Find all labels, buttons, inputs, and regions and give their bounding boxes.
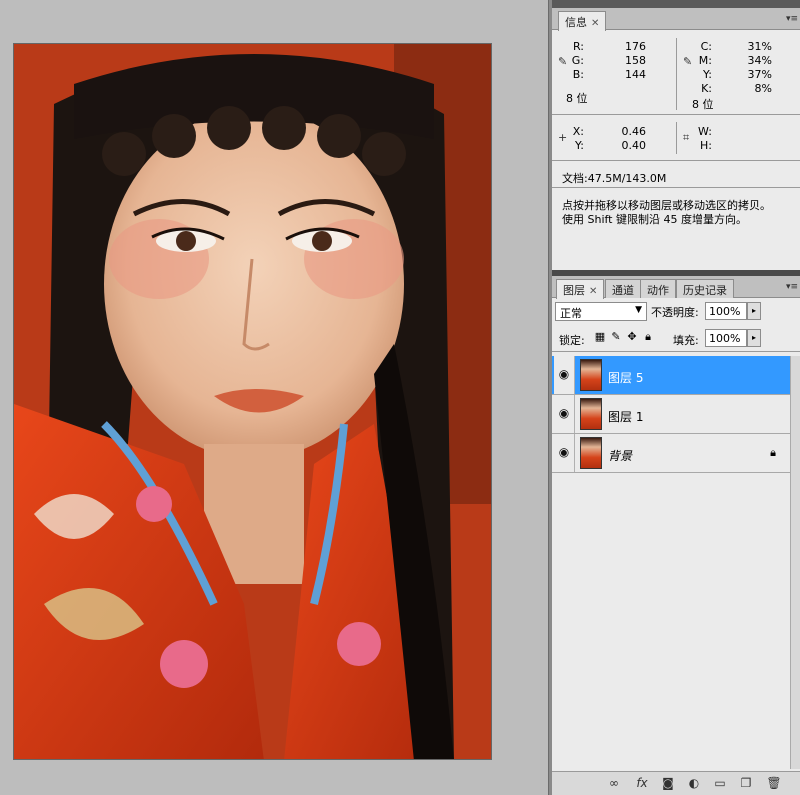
layer-row[interactable]: ◉ 图层 5: [552, 356, 790, 395]
layers-panel: 图层 ✕ 通道 动作 历史记录 ▾≡ 正常 ▼ 不透明度: 100% ▸ 锁定:: [552, 276, 800, 795]
layers-footer: ∞ fx ◙ ◐ ▭ ❐ 🗑︎: [552, 771, 800, 795]
trash-icon[interactable]: 🗑︎: [766, 776, 782, 792]
lock-icon: 🔒︎: [770, 446, 776, 459]
layer-thumbnail: [580, 359, 602, 391]
x-value: 0.46: [621, 125, 647, 138]
lock-transparent-icon[interactable]: ▦: [594, 331, 606, 343]
lock-position-icon[interactable]: ✥: [626, 331, 638, 343]
blend-row: 正常 ▼ 不透明度: 100% ▸: [552, 298, 800, 326]
info-divider-2: [552, 160, 800, 161]
layers-tabbar: 图层 ✕ 通道 动作 历史记录 ▾≡: [552, 276, 800, 299]
opacity-slider-button[interactable]: ▸: [747, 302, 761, 320]
info-divider-1: [552, 114, 800, 115]
info-readout: ✎ R: 176 G: 158 B: 144 8 位 ✎ C: 31% M: 3…: [552, 30, 800, 270]
layer-name[interactable]: 图层 1: [608, 408, 643, 425]
tab-info[interactable]: 信息 ✕: [558, 11, 607, 31]
rgb-bit-depth: 8 位: [566, 92, 588, 105]
layer-thumbnail: [580, 398, 602, 430]
selection-size-icon: ⌗: [683, 131, 690, 144]
folder-icon[interactable]: ▭: [712, 776, 728, 792]
info-divider-vertical: [676, 38, 677, 110]
tab-channels-label: 通道: [612, 284, 634, 297]
opacity-label: 不透明度:: [651, 306, 699, 319]
chevron-down-icon: ▼: [635, 305, 642, 315]
fill-label: 填充:: [673, 334, 699, 347]
lock-label: 锁定:: [559, 334, 585, 347]
b-label: B:: [572, 68, 584, 81]
layer-name[interactable]: 图层 5: [608, 369, 643, 386]
doc-size: 文档:47.5M/143.0M: [562, 172, 667, 185]
lock-all-icon[interactable]: 🔒︎: [642, 331, 654, 343]
r-value: 176: [625, 40, 646, 53]
eye-icon[interactable]: ◉: [554, 395, 575, 433]
c-value: 31%: [747, 40, 772, 53]
layer-row[interactable]: ◉ 背景 🔒︎: [552, 434, 790, 473]
new-layer-icon[interactable]: ❐: [738, 776, 754, 792]
eyedropper-icon[interactable]: ✎: [683, 55, 692, 68]
cmyk-bit-depth: 8 位: [692, 98, 714, 111]
document-canvas-area[interactable]: [0, 0, 548, 795]
x-label: X:: [572, 125, 584, 138]
tab-layers-label: 图层: [563, 284, 585, 297]
adjustment-icon[interactable]: ◐: [686, 776, 702, 792]
info-tabbar: 信息 ✕ ▾≡: [552, 8, 800, 31]
k-label: K:: [701, 82, 712, 95]
lock-row: 锁定: ▦ ✎ ✥ 🔒︎ 填充: 100% ▸: [552, 326, 800, 352]
layer-name[interactable]: 背景: [608, 447, 632, 464]
layer-list: ◉ 图层 5 ◉ 图层 1 ◉ 背景 🔒︎: [552, 356, 790, 473]
g-label: G:: [571, 54, 584, 67]
info-divider-vertical-2: [676, 122, 677, 154]
y-label: Y:: [703, 68, 712, 81]
b-value: 144: [625, 68, 646, 81]
lock-pixels-icon[interactable]: ✎: [610, 331, 622, 343]
r-label: R:: [572, 40, 584, 53]
m-value: 34%: [747, 54, 772, 67]
mask-icon[interactable]: ◙: [660, 776, 676, 792]
panel-menu-icon[interactable]: ▾≡: [786, 14, 798, 24]
w-label: W:: [698, 125, 712, 138]
yc-value: 0.40: [621, 139, 647, 152]
link-icon[interactable]: ∞: [606, 776, 622, 792]
tool-hint-line-2: 使用 Shift 键限制沿 45 度增量方向。: [562, 213, 747, 226]
c-label: C:: [700, 40, 712, 53]
close-icon[interactable]: ✕: [591, 18, 599, 29]
k-value: 8%: [754, 82, 772, 95]
layer-row[interactable]: ◉ 图层 1: [552, 395, 790, 434]
panel-menu-icon[interactable]: ▾≡: [786, 282, 798, 292]
opacity-input[interactable]: 100%: [705, 302, 747, 320]
fill-input[interactable]: 100%: [705, 329, 747, 347]
tab-info-label: 信息: [565, 16, 587, 29]
eye-icon[interactable]: ◉: [554, 356, 575, 394]
panel-dock: 信息 ✕ ▾≡ ✎ R: 176 G: 158 B: 144 8 位 ✎ C: …: [552, 0, 800, 795]
fill-slider-button[interactable]: ▸: [747, 329, 761, 347]
blend-mode-value: 正常: [560, 307, 582, 320]
document-image[interactable]: [13, 43, 492, 760]
yc-label: Y:: [575, 139, 584, 152]
y-value: 37%: [747, 68, 772, 81]
close-icon[interactable]: ✕: [589, 286, 597, 297]
eye-icon[interactable]: ◉: [554, 434, 575, 472]
portrait-illustration: [14, 44, 491, 759]
tab-channels[interactable]: 通道: [605, 279, 641, 298]
tab-layers[interactable]: 图层 ✕: [556, 279, 605, 299]
info-divider-3: [552, 187, 800, 188]
fx-icon[interactable]: fx: [634, 776, 650, 792]
tab-history[interactable]: 历史记录: [676, 279, 734, 298]
blend-mode-select[interactable]: 正常 ▼: [555, 302, 647, 321]
tab-actions-label: 动作: [647, 284, 669, 297]
g-value: 158: [625, 54, 646, 67]
tab-actions[interactable]: 动作: [640, 279, 676, 298]
dock-header: [552, 0, 800, 8]
info-panel: 信息 ✕ ▾≡ ✎ R: 176 G: 158 B: 144 8 位 ✎ C: …: [552, 8, 800, 270]
tab-history-label: 历史记录: [683, 284, 727, 297]
layer-thumbnail: [580, 437, 602, 469]
m-label: M:: [698, 54, 712, 67]
layers-scrollbar[interactable]: [790, 356, 800, 769]
h-label: H:: [700, 139, 712, 152]
